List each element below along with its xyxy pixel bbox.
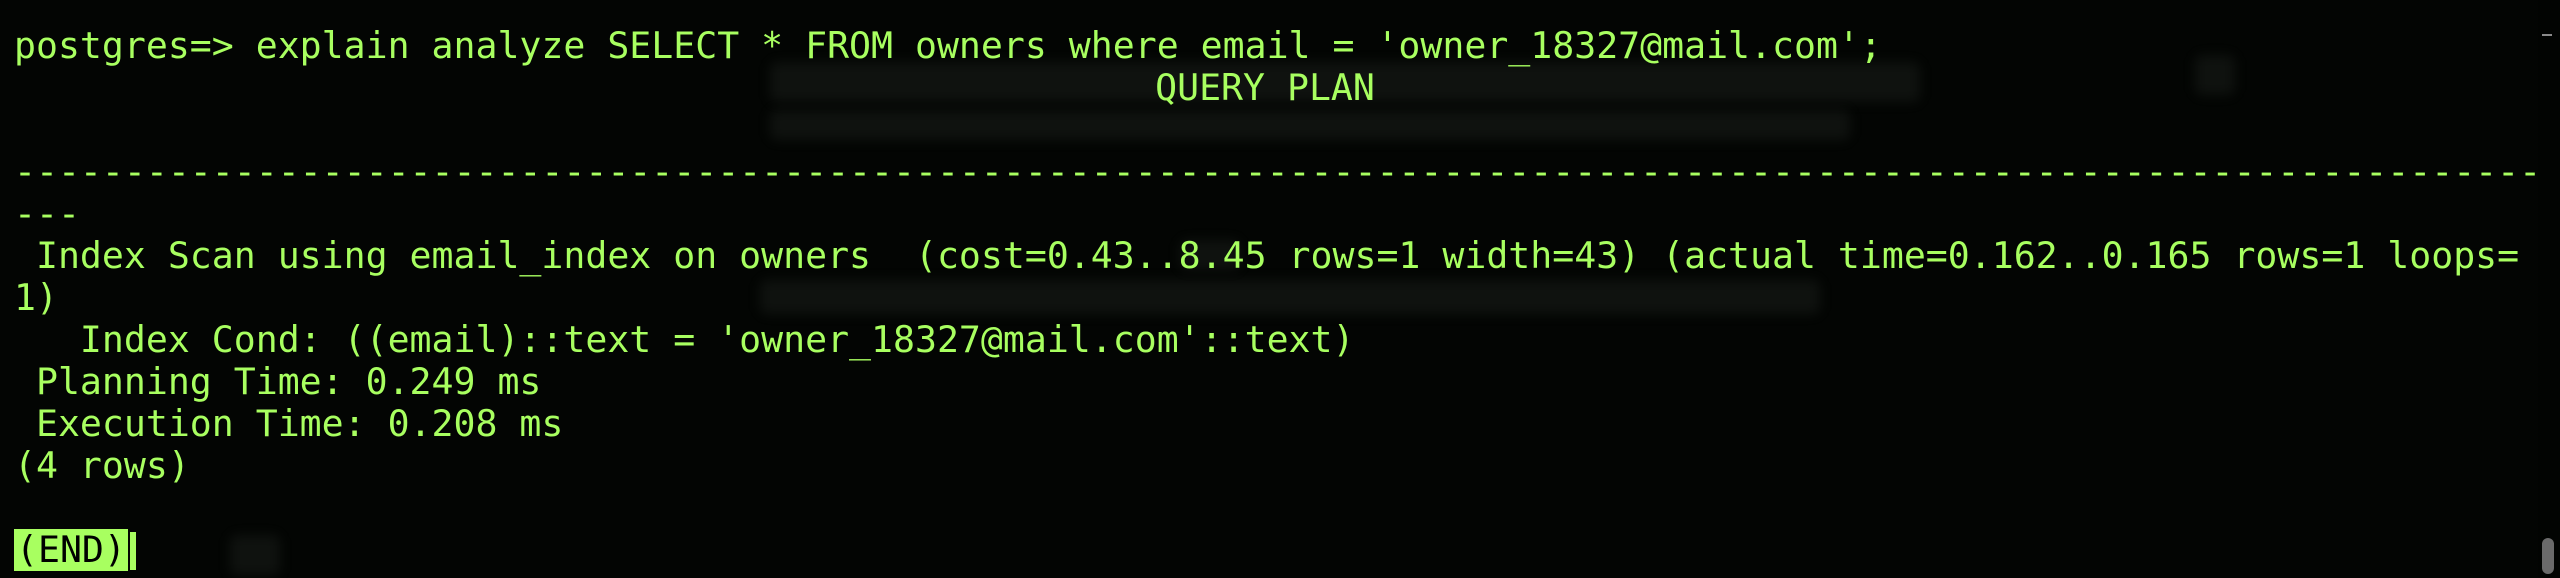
query-plan-header: QUERY PLAN <box>1155 66 1375 109</box>
terminal-output[interactable]: postgres=> explain analyze SELECT * FROM… <box>14 24 2542 571</box>
terminal-window[interactable]: postgres=> explain analyze SELECT * FROM… <box>0 0 2560 578</box>
text-cursor <box>129 532 136 570</box>
separator-line-wrap: --- <box>14 192 80 235</box>
pager-end-marker: (END) <box>14 528 128 571</box>
scrollbar-track[interactable] <box>2538 0 2560 578</box>
plan-index-scan-line-wrap: 1) <box>14 276 58 319</box>
planning-time-line: Planning Time: 0.249 ms <box>14 360 542 403</box>
plan-index-cond-line: Index Cond: ((email)::text = 'owner_1832… <box>14 318 1355 361</box>
separator-line: ----------------------------------------… <box>14 150 2542 193</box>
scrollbar-thumb[interactable] <box>2542 538 2554 574</box>
scroll-top-mark <box>2542 34 2552 36</box>
plan-index-scan-line: Index Scan using email_index on owners (… <box>14 234 2520 277</box>
row-count-line: (4 rows) <box>14 444 190 487</box>
pager-status-line: (END) <box>14 529 2534 571</box>
command-prompt-line: postgres=> explain analyze SELECT * FROM… <box>14 24 1882 67</box>
execution-time-line: Execution Time: 0.208 ms <box>14 402 564 445</box>
